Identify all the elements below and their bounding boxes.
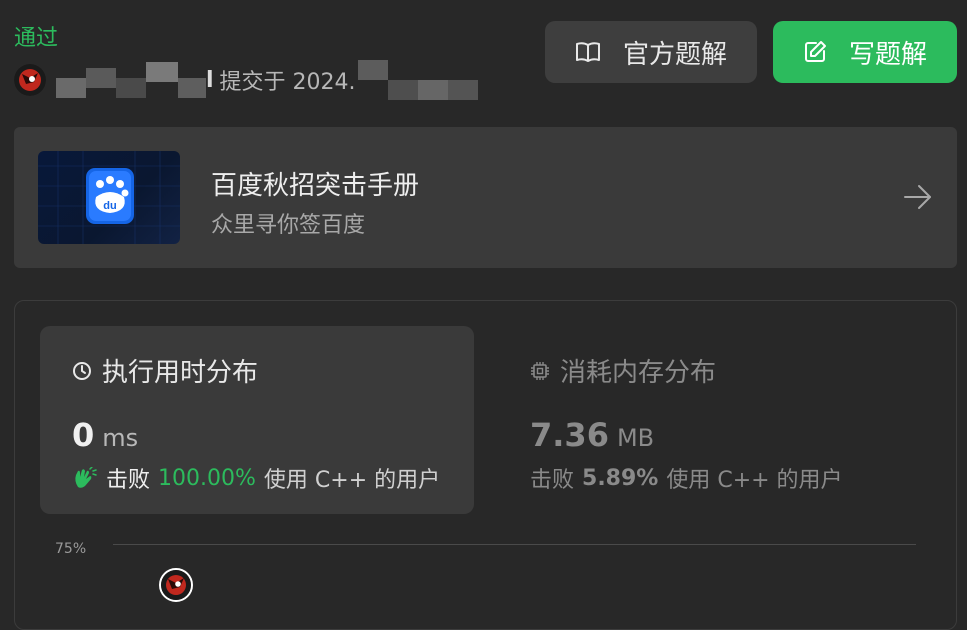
banner-title: 百度秋招突击手册 xyxy=(211,171,420,201)
runtime-title-text: 执行用时分布 xyxy=(102,358,259,388)
submission-prefix: l xyxy=(206,67,214,93)
user-avatar[interactable] xyxy=(14,64,46,96)
redacted-username xyxy=(56,60,206,100)
submission-time: 提交于 2024. xyxy=(219,70,356,95)
memory-unit: MB xyxy=(616,424,655,452)
edit-icon xyxy=(804,41,826,62)
performance-panel: 执行用时分布 0 ms 击败 100.00% 使用 C++ 的用户 消耗内存分布 … xyxy=(14,300,957,630)
write-solution-label: 写题解 xyxy=(848,39,927,70)
runtime-beat-label: 击败 xyxy=(106,468,151,493)
baidu-logo-text: du xyxy=(103,200,116,212)
memory-beat-percent: 5.89% xyxy=(582,465,659,491)
submission-info: l 提交于 2024. xyxy=(56,60,478,100)
chart-tick-label: 75% xyxy=(55,541,87,557)
banner-subtitle: 众里寻你签百度 xyxy=(211,213,366,238)
banner-image: du xyxy=(38,151,180,244)
memory-number: 7.36 xyxy=(530,416,609,454)
arrow-right-icon[interactable] xyxy=(903,183,933,211)
runtime-unit: ms xyxy=(102,424,139,452)
official-solution-button[interactable]: 官方题解 xyxy=(545,21,757,83)
runtime-number: 0 xyxy=(72,416,95,454)
runtime-title: 执行用时分布 xyxy=(72,352,258,389)
official-solution-label: 官方题解 xyxy=(622,39,727,70)
runtime-value: 0 ms xyxy=(72,416,138,454)
runtime-beat: 击败 100.00% 使用 C++ 的用户 xyxy=(72,462,440,494)
memory-beat-label: 击败 xyxy=(530,468,575,493)
redacted-date xyxy=(357,60,478,100)
status-label: 通过 xyxy=(14,26,59,51)
runtime-card[interactable]: 执行用时分布 0 ms 击败 100.00% 使用 C++ 的用户 xyxy=(40,326,474,514)
chart-user-marker[interactable] xyxy=(159,568,193,602)
clock-icon xyxy=(73,361,91,380)
chart-gridline xyxy=(113,544,916,545)
memory-beat: 击败 5.89% 使用 C++ 的用户 xyxy=(530,462,843,494)
runtime-beat-percent: 100.00% xyxy=(158,465,256,491)
memory-title-text: 消耗内存分布 xyxy=(560,358,717,388)
write-solution-button[interactable]: 写题解 xyxy=(773,21,957,83)
clap-icon xyxy=(75,467,97,488)
runtime-beat-suffix: 使用 C++ 的用户 xyxy=(263,468,441,493)
memory-value: 7.36 MB xyxy=(530,416,654,454)
book-icon xyxy=(575,42,600,62)
cpu-chip-icon xyxy=(531,361,549,380)
memory-title[interactable]: 消耗内存分布 xyxy=(530,352,716,389)
promo-banner[interactable]: du 百度秋招突击手册 众里寻你签百度 xyxy=(14,127,957,268)
memory-beat-suffix: 使用 C++ 的用户 xyxy=(666,468,843,493)
